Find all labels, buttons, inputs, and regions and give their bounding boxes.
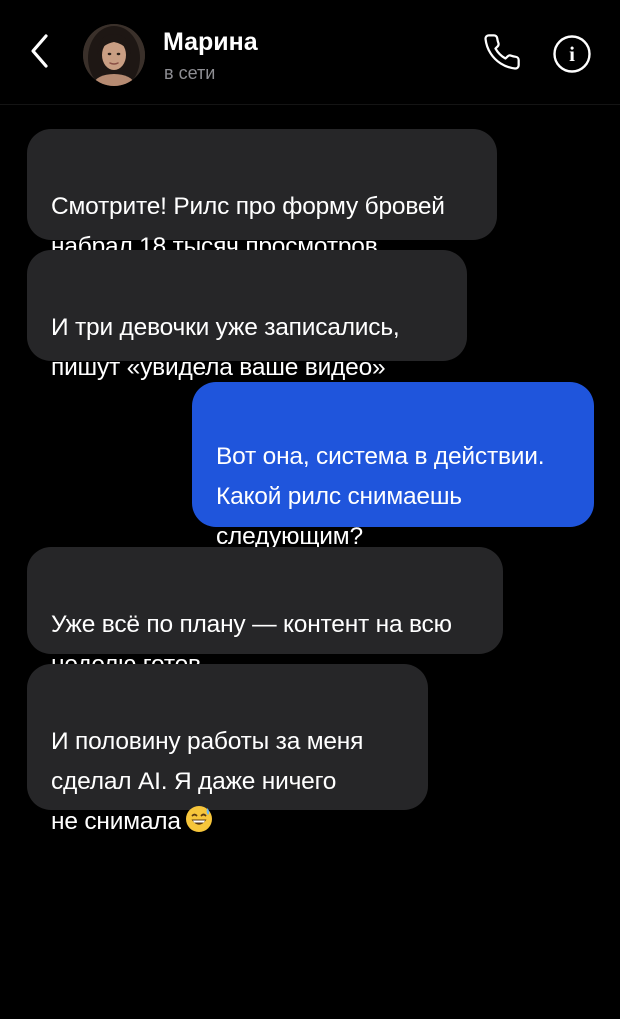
info-icon: i — [552, 34, 592, 79]
message-incoming[interactable]: Смотрите! Рилс про форму бровей набрал 1… — [27, 129, 497, 260]
back-button[interactable] — [22, 30, 58, 76]
chat-header: Марина в сети i — [0, 0, 620, 105]
message-incoming[interactable]: Уже всё по плану — контент на всю неделю… — [27, 547, 503, 678]
chevron-left-icon — [29, 33, 51, 74]
phone-icon — [482, 32, 522, 77]
grinning-sweat-emoji — [185, 805, 213, 846]
info-icon-glyph: i — [569, 42, 575, 66]
message-incoming[interactable]: И половину работы за меня сделал AI. Я д… — [27, 664, 428, 835]
message-outgoing[interactable]: Вот она, система в действии. Какой рилс … — [192, 382, 594, 550]
contact-status: в сети — [164, 63, 216, 83]
contact-name[interactable]: Марина — [163, 28, 258, 57]
call-button[interactable] — [480, 32, 524, 76]
avatar[interactable] — [83, 24, 145, 86]
message-text: Вот она, система в действии. Какой рилс … — [216, 443, 545, 550]
message-text: И три девочки уже записались, пишут «уви… — [51, 314, 400, 381]
message-incoming[interactable]: И три девочки уже записались, пишут «уви… — [27, 250, 467, 381]
info-button[interactable]: i — [552, 34, 592, 79]
